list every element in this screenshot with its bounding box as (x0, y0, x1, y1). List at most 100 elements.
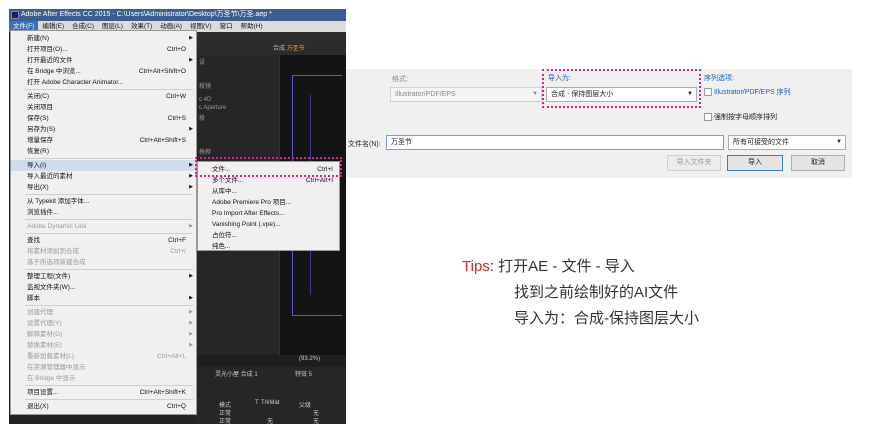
file-menu-item[interactable]: Adobe Dynamic Link ▶ (11, 221, 196, 232)
file-menu-item-label: 打开项目(O)... (27, 46, 68, 53)
file-menu-item[interactable]: 脚本 ▶ (11, 293, 196, 304)
import-submenu-item[interactable]: 纯色... (198, 241, 339, 252)
tips-label: Tips (462, 258, 490, 275)
file-menu-item[interactable]: 打开项目(O)... Ctrl+O (11, 44, 196, 55)
file-menu-item[interactable]: 监视文件夹(W)... (11, 282, 196, 293)
effects-panel-label: c Aperture (199, 105, 227, 111)
sequence-checkbox[interactable] (704, 88, 712, 96)
file-menu-item[interactable]: 退出(X) Ctrl+Q (11, 401, 196, 412)
submenu-arrow-icon: ▶ (189, 342, 193, 348)
file-menu-item[interactable]: 解释素材(G) ▶ (11, 329, 196, 340)
file-menu-item-label: 整理工程(文件) (27, 273, 71, 280)
file-menu-item[interactable]: 查找 Ctrl+F (11, 235, 196, 246)
submenu-arrow-icon: ▶ (189, 320, 193, 326)
file-menu-item[interactable]: 在 Bridge 中浏览... Ctrl+Alt+Shift+O (11, 66, 196, 77)
timeline-row-mode[interactable]: 正常 (219, 416, 231, 424)
import-submenu-item-label: Vanishing Point (.vpe)... (212, 221, 281, 228)
file-menu-item-label: 增量保存 (27, 137, 53, 144)
cancel-button[interactable]: 取消 (791, 155, 845, 171)
submenu-arrow-icon: ▶ (189, 295, 193, 301)
import-submenu-item[interactable]: 占位符... (198, 230, 339, 241)
file-menu-item-shortcut: Ctrl+F (168, 237, 186, 244)
submenu-arrow-icon: ▶ (189, 184, 193, 190)
file-menu-item-label: 创建代理 (27, 309, 53, 316)
effects-panel-label: 棱 (199, 116, 206, 122)
import-folder-button[interactable]: 导入文件夹 (667, 155, 721, 171)
tips-line-2: 找到之前绘制好的AI文件 (514, 284, 679, 301)
alphabetical-checkbox[interactable] (704, 113, 712, 121)
file-menu-item-shortcut: Ctrl+Alt+L (157, 353, 186, 360)
timeline-tab[interactable]: 灵光小屋 合成 1 (215, 369, 258, 378)
submenu-arrow-icon: ▶ (189, 126, 193, 132)
file-menu-item[interactable]: 整理工程(文件) ▶ (11, 271, 196, 282)
file-menu-item[interactable]: 设置代理(Y) ▶ (11, 318, 196, 329)
submenu-arrow-icon: ▶ (189, 162, 193, 168)
timeline-panel: 灵光小屋 合成 1特效 5模式TTrkMat父级正常无正常无无正常无无 (195, 367, 346, 424)
comp-tab-name[interactable]: 万圣节 (287, 46, 305, 52)
file-menu-item[interactable]: 新建(N) ▶ (11, 33, 196, 44)
file-menu-item-label: 关闭(C) (27, 93, 50, 100)
menubar-item[interactable]: 帮助(H) (237, 21, 267, 32)
filename-input[interactable]: 万圣节 (386, 135, 724, 150)
file-menu-item[interactable]: 导入最近的素材 ▶ (11, 171, 196, 182)
timeline-row-trkmat[interactable]: 无 (267, 416, 273, 424)
file-menu-item[interactable]: 将素材添加到合成 Ctrl+/ (11, 246, 196, 257)
file-menu-item-label: 项目设置... (27, 389, 59, 396)
alphabetical-checkbox-label: 强制按字母顺序排列 (714, 114, 777, 121)
file-menu-item-label: 设置代理(Y) (27, 320, 62, 327)
tools-toolbar[interactable] (195, 32, 346, 43)
import-submenu-item[interactable]: 从库中... (198, 186, 339, 197)
file-menu-item[interactable]: 重新加载素材(L) Ctrl+Alt+L (11, 351, 196, 362)
file-menu-item[interactable]: 关闭(C) Ctrl+W (11, 91, 196, 102)
window-title-bar: Adobe After Effects CC 2015 - C:\Users\A… (9, 9, 346, 21)
submenu-arrow-icon: ▶ (189, 223, 193, 229)
file-menu-item[interactable]: 另存为(S) ▶ (11, 124, 196, 135)
import-submenu-item[interactable]: Vanishing Point (.vpe)... (198, 219, 339, 230)
tips-colon: : (489, 258, 494, 275)
file-menu-item-shortcut: Ctrl+Alt+Shift+O (138, 68, 186, 75)
window-title: Adobe After Effects CC 2015 - C:\Users\A… (21, 11, 272, 18)
timeline-tab[interactable]: 特效 5 (295, 369, 312, 378)
file-menu-item[interactable]: 基于所选项新建合成 (11, 257, 196, 268)
highlight-import-file (195, 157, 342, 177)
file-menu-item[interactable]: 打开最近的文件 ▶ (11, 55, 196, 66)
timeline-row-parent[interactable]: 无 (313, 416, 319, 424)
file-menu-item[interactable]: 打开 Adobe Character Animator... (11, 77, 196, 88)
file-type-select[interactable]: 所有可接受的文件 ▼ (728, 135, 846, 150)
import-submenu-item-label: 多个文件... (212, 177, 244, 184)
file-menu-item-label: 在 Bridge 中浏览... (27, 68, 81, 75)
import-submenu-item[interactable]: Adobe Premiere Pro 项目... (198, 197, 339, 208)
file-menu-item[interactable]: 导入(I) ▶ (11, 160, 196, 171)
menu-separator (25, 233, 193, 234)
format-select: Illustrator/PDF/EPS ▼ (390, 87, 542, 102)
file-menu-item-label: 脚本 (27, 295, 40, 302)
file-menu-item[interactable]: 创建代理 ▶ (11, 307, 196, 318)
file-menu-item-shortcut: Ctrl+O (167, 46, 186, 53)
menubar-item[interactable]: 窗口 (216, 21, 237, 32)
file-menu-item[interactable]: 保存(S) Ctrl+S (11, 113, 196, 124)
file-menu-item[interactable]: 在资源管理器中显示 (11, 362, 196, 373)
file-menu-item-label: 将素材添加到合成 (27, 248, 79, 255)
sequence-checkbox-label: Illustrator/PDF/EPS 序列 (714, 89, 791, 96)
file-menu-item[interactable]: 导出(X) ▶ (11, 182, 196, 193)
file-menu-item-label: 打开 Adobe Character Animator... (27, 79, 124, 86)
file-menu-item[interactable]: 替换素材(E) ▶ (11, 340, 196, 351)
import-button[interactable]: 导入 (727, 155, 783, 171)
zoom-level[interactable]: (93.2%) (299, 356, 320, 362)
file-menu-item[interactable]: 从 Typekit 添加字体... (11, 196, 196, 207)
file-menu-item-shortcut: Ctrl+Alt+Shift+K (139, 389, 186, 396)
file-menu-item[interactable]: 关闭项目 (11, 102, 196, 113)
format-value: Illustrator/PDF/EPS (395, 91, 456, 98)
file-menu-item-label: 监视文件夹(W)... (27, 284, 76, 291)
file-menu-item[interactable]: 在 Bridge 中显示 (11, 373, 196, 384)
effects-panel-label: c 4D (199, 97, 212, 103)
tutorial-page: Adobe After Effects CC 2015 - C:\Users\A… (0, 0, 870, 433)
file-menu-item-label: 打开最近的文件 (27, 57, 73, 64)
file-menu-item[interactable]: 项目设置... Ctrl+Alt+Shift+K (11, 387, 196, 398)
file-menu-item[interactable]: 增量保存 Ctrl+Alt+Shift+S (11, 135, 196, 146)
composition-panel-header[interactable]: 合成 万圣节 (195, 43, 346, 55)
file-menu-item[interactable]: 浏览插件... (11, 207, 196, 218)
file-menu-item-label: 保存(S) (27, 115, 49, 122)
file-menu-item[interactable]: 恢复(R) (11, 146, 196, 157)
import-submenu-item[interactable]: Pro Import After Effects... (198, 208, 339, 219)
